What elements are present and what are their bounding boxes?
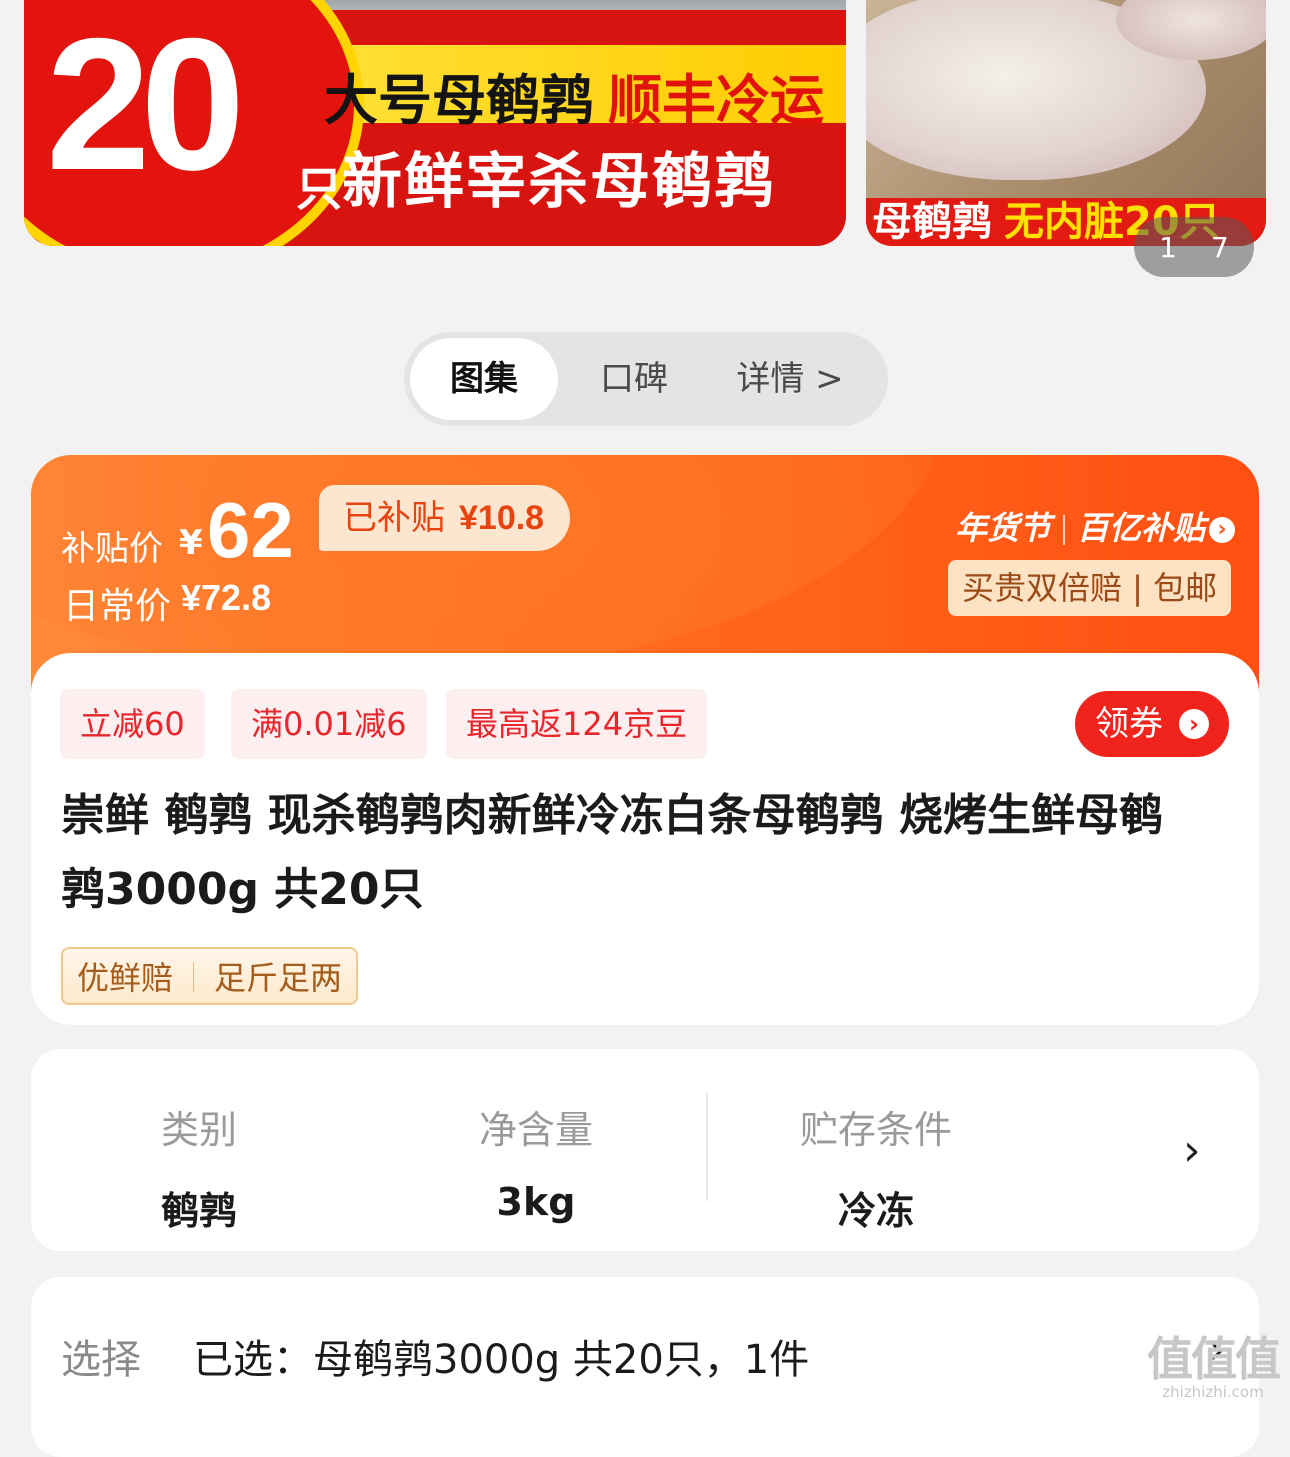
side-caption-white: 母鹌鹑 bbox=[872, 199, 992, 245]
coupon-tag[interactable]: 立减60 bbox=[60, 689, 205, 759]
spec-net-content: 净含量 3kg bbox=[461, 1099, 611, 1224]
subsidized-amount: ¥10.8 bbox=[459, 499, 545, 537]
product-image-main[interactable]: 20 只 大号母鹌鹑 顺丰冷运 新鲜宰杀母鹌鹑 bbox=[24, 0, 846, 246]
brand-divider bbox=[1063, 515, 1066, 545]
banner-big-number: 20 bbox=[46, 0, 245, 209]
subsidy-price: 62 bbox=[207, 486, 294, 574]
event-name: 年货节 bbox=[955, 509, 1052, 547]
subsidy-price-label: 补贴价 bbox=[61, 529, 163, 569]
currency-symbol: ¥ bbox=[179, 523, 203, 563]
daily-price-label: 日常价 bbox=[63, 586, 172, 627]
claim-coupon-button[interactable]: 领券 › bbox=[1075, 691, 1229, 757]
spec-summary-card[interactable]: 类别 鹌鹑 净含量 3kg 贮存条件 冷冻 › bbox=[31, 1049, 1259, 1251]
spec-label: 净含量 bbox=[478, 1108, 593, 1152]
coupon-tag[interactable]: 满0.01减6 bbox=[231, 689, 427, 759]
spec-value: 冷冻 bbox=[837, 1189, 914, 1233]
price-card: 补贴价 ¥ 62 已补贴 ¥10.8 日常价 ¥72.8 年货节 百亿补贴 › 买贵双… bbox=[31, 455, 1259, 1025]
claim-coupon-label: 领券 bbox=[1095, 704, 1163, 744]
spec-storage: 贮存条件 冷冻 bbox=[781, 1099, 971, 1235]
tab-reviews[interactable]: 口碑 bbox=[574, 332, 694, 426]
program-name: 百亿补贴 bbox=[1077, 509, 1206, 547]
banner-big-unit: 只 bbox=[296, 162, 342, 216]
service-promise-badge: 买贵双倍赔 | 包邮 bbox=[948, 560, 1232, 616]
selection-label: 选择 bbox=[61, 1337, 141, 1383]
media-tabs: 图集 口碑 详情 > bbox=[404, 332, 888, 426]
banner-line1-black: 大号母鹌鹑 bbox=[324, 69, 594, 132]
daily-price: ¥72.8 bbox=[181, 577, 272, 618]
service-tag: 优鲜赔 bbox=[77, 959, 174, 997]
subsidized-amount-badge: 已补贴 ¥10.8 bbox=[319, 485, 571, 551]
billion-subsidy-link[interactable]: 年货节 百亿补贴 › bbox=[955, 503, 1236, 549]
service-tags[interactable]: 优鲜赔 足斤足两 bbox=[61, 947, 359, 1005]
spec-value: 3kg bbox=[496, 1180, 576, 1224]
watermark-logo: 值值值 bbox=[1147, 1332, 1281, 1386]
coupon-tag[interactable]: 最高返124京豆 bbox=[446, 689, 708, 759]
subsidized-label: 已补贴 bbox=[343, 498, 445, 538]
spec-divider bbox=[706, 1093, 708, 1201]
product-image-next[interactable]: 母鹌鹑 无内脏20只 bbox=[866, 0, 1266, 246]
banner-line2: 新鲜宰杀母鹌鹑 bbox=[342, 147, 776, 217]
banner-line1-red: 顺丰冷运 bbox=[608, 69, 824, 132]
arrow-circle-right-icon: › bbox=[1209, 517, 1236, 543]
carousel-page-indicator: 1 7 bbox=[1134, 217, 1254, 277]
spec-category: 类别 鹌鹑 bbox=[149, 1099, 249, 1235]
service-tag: 足斤足两 bbox=[214, 959, 343, 997]
page-current: 1 bbox=[1159, 230, 1177, 264]
banner-line1: 大号母鹌鹑 顺丰冷运 bbox=[324, 56, 824, 135]
chevron-right-icon[interactable]: › bbox=[1183, 1125, 1201, 1176]
page-total: 7 bbox=[1211, 230, 1229, 264]
spec-value: 鹌鹑 bbox=[160, 1189, 237, 1233]
site-watermark: 值值值 zhizhizhi.com bbox=[1140, 1336, 1286, 1402]
spec-label: 类别 bbox=[160, 1108, 237, 1152]
selection-value: 已选：母鹌鹑3000g 共20只，1件 bbox=[193, 1337, 810, 1383]
sku-selection-row[interactable]: 选择 已选：母鹌鹑3000g 共20只，1件 › bbox=[31, 1277, 1259, 1457]
tag-divider bbox=[193, 962, 195, 992]
tab-gallery[interactable]: 图集 bbox=[410, 338, 558, 420]
arrow-circle-right-icon: › bbox=[1179, 709, 1209, 739]
product-title: 崇鲜 鹌鹑 现杀鹌鹑肉新鲜冷冻白条母鹌鹑 烧烤生鲜母鹌鹑3000g 共20只 bbox=[61, 790, 1163, 915]
tab-details[interactable]: 详情 > bbox=[720, 332, 860, 426]
spec-label: 贮存条件 bbox=[799, 1108, 952, 1152]
